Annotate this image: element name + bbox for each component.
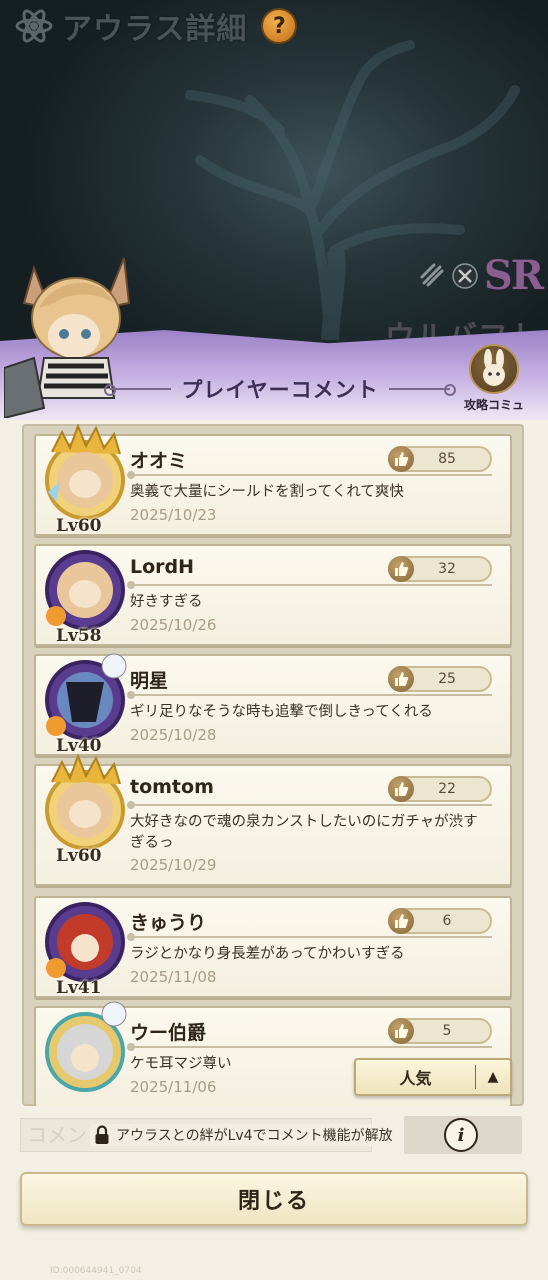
rarity-badge: SR: [483, 252, 544, 299]
comment-text: ギリ足りなそうな時も追撃で倒しきってくれる: [130, 704, 433, 720]
comment-card: Lv40 明星 25 ギリ足りなそうな時も追撃で倒しきってくれる 2025/10…: [34, 653, 512, 756]
character-rarity-row: SR: [420, 252, 544, 299]
info-button[interactable]: i: [444, 1118, 478, 1152]
like-button[interactable]: 6: [388, 908, 492, 934]
thumbs-up-icon: [388, 1018, 414, 1044]
comment-input-bar: コメントを入力 アウラスとの絆がLv4でコメント機能が解放 i: [20, 1116, 522, 1154]
comment-text: 大好きなので魂の泉カンストしたいのにガチャが渋すぎるっ: [130, 814, 478, 851]
card-divider: [127, 581, 492, 589]
comment-date: 2025/10/26: [130, 616, 217, 634]
comment-card: Lv58 LordH 32 好きすぎる 2025/10/26: [34, 544, 512, 646]
lock-icon: [95, 1125, 109, 1144]
title-ornament-left: [103, 384, 172, 396]
page-title: アウラス詳細: [62, 12, 248, 47]
comment-text: 奥義で大量にシールドを割ってくれて爽快: [130, 484, 404, 500]
comment-date: 2025/11/06: [130, 1078, 217, 1096]
like-button[interactable]: 5: [388, 1018, 492, 1044]
player-name: 明星: [130, 670, 169, 692]
section-title: プレイヤーコメント: [103, 372, 457, 406]
card-divider: [127, 801, 492, 809]
like-button[interactable]: 32: [388, 556, 492, 582]
comment-date: 2025/10/28: [130, 726, 217, 744]
comment-date: 2025/10/29: [130, 856, 217, 874]
blade-class-icon: [452, 262, 478, 289]
sort-order-icon[interactable]: ▲: [476, 1069, 510, 1085]
player-level: Lv60: [56, 846, 102, 866]
card-divider: [127, 1043, 492, 1051]
card-divider: [127, 691, 492, 699]
comment-date: 2025/10/23: [130, 506, 217, 524]
card-divider: [127, 933, 492, 941]
like-button[interactable]: 22: [388, 776, 492, 802]
title-ornament-right: [388, 384, 457, 396]
thumbs-up-icon: [388, 556, 414, 582]
thumbs-up-icon: [388, 908, 414, 934]
rabbit-mascot-icon: [469, 344, 519, 394]
thumbs-up-icon: [388, 776, 414, 802]
comment-date: 2025/11/08: [130, 968, 217, 986]
sort-button[interactable]: 人気 ▲: [354, 1058, 512, 1096]
thumbs-up-icon: [388, 446, 414, 472]
player-id-text: ID:000644941_0704: [50, 1266, 142, 1276]
player-name: LordH: [130, 556, 195, 578]
comment-card: Lv60 tomtom 22 大好きなので魂の泉カンストしたいのにガチャが渋すぎ…: [34, 753, 512, 886]
player-name: きゅうり: [130, 912, 207, 934]
atom-emblem-icon: [12, 6, 56, 46]
comment-text: 好きすぎる: [130, 594, 203, 610]
strategy-community-label: 攻略コミュ: [463, 398, 524, 412]
wind-attribute-icon: [420, 263, 444, 286]
like-count: 32: [438, 561, 456, 577]
comment-card: Lv41 きゅうり 6 ラジとかなり身長差があってかわいすぎる 2025/11/…: [34, 896, 512, 998]
section-title-text: プレイヤーコメント: [181, 378, 379, 402]
like-count: 25: [438, 671, 456, 687]
strategy-community-button[interactable]: 攻略コミュ: [454, 344, 534, 414]
like-count: 22: [438, 781, 456, 797]
like-button[interactable]: 85: [388, 446, 492, 472]
comment-locked-text: アウラスとの絆がLv4でコメント機能が解放: [116, 1128, 393, 1144]
like-count: 85: [438, 451, 456, 467]
like-count: 5: [442, 1023, 452, 1039]
thumbs-up-icon: [388, 666, 414, 692]
help-button[interactable]: ?: [261, 8, 298, 44]
player-name: ウー伯爵: [130, 1022, 207, 1044]
player-avatar: [45, 1001, 127, 1092]
like-count: 6: [442, 913, 452, 929]
page-header: アウラス詳細 ?: [12, 4, 298, 48]
comment-card: Lv60 オオミ 85 奥義で大量にシールドを割ってくれて爽快 2025/10/…: [34, 424, 512, 536]
card-divider: [127, 471, 492, 479]
comment-locked-notice: アウラスとの絆がLv4でコメント機能が解放: [90, 1124, 397, 1146]
like-button[interactable]: 25: [388, 666, 492, 692]
comment-list[interactable]: Lv60 オオミ 85 奥義で大量にシールドを割ってくれて爽快 2025/10/…: [22, 424, 524, 1106]
player-name: オオミ: [130, 450, 188, 472]
close-button[interactable]: 閉じる: [20, 1172, 528, 1226]
player-name: tomtom: [130, 776, 214, 798]
sort-label: 人気: [399, 1069, 432, 1088]
comment-text: ラジとかなり身長差があってかわいすぎる: [130, 946, 405, 962]
